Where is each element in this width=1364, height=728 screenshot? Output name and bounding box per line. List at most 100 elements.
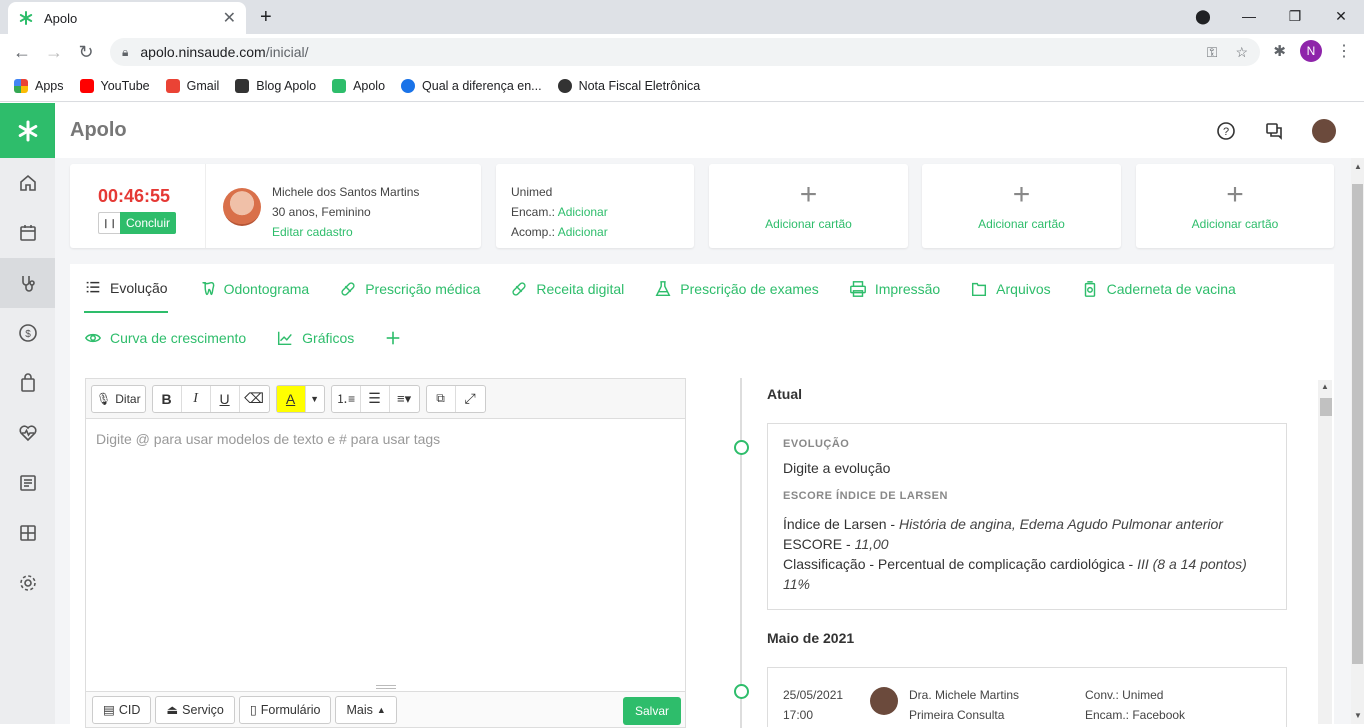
bold-button[interactable]: B: [153, 385, 182, 412]
youtube-icon: [79, 78, 94, 93]
browser-tab[interactable]: Apolo ✕: [8, 2, 246, 34]
tab-close-icon[interactable]: ✕: [223, 8, 236, 28]
tab-prescricao-medica[interactable]: Prescrição médica: [339, 264, 480, 313]
calendar-icon: [19, 225, 36, 241]
timeline-scrollbar[interactable]: ▲: [1318, 380, 1332, 724]
chart-icon: [278, 331, 293, 345]
tab-receita-digital[interactable]: Receita digital: [510, 264, 624, 313]
fullscreen-icon[interactable]: ⤢: [456, 386, 485, 412]
page-scrollbar[interactable]: ▲ ▼: [1351, 158, 1364, 724]
menu-kebab-icon[interactable]: ⋮: [1336, 41, 1352, 61]
tab-graficos[interactable]: Gráficos: [276, 313, 354, 362]
add-tab-button[interactable]: [384, 313, 402, 362]
bookmark-item[interactable]: Gmail: [165, 78, 219, 93]
pause-button[interactable]: ❙❙: [98, 212, 120, 234]
tab-prescricao-de-exames[interactable]: Prescrição de exames: [654, 264, 819, 313]
bookmark-item[interactable]: Apps: [14, 78, 64, 93]
tab-evolucao[interactable]: Evolução: [84, 264, 168, 313]
tab-caderneta-de-vacina[interactable]: Caderneta de vacina: [1081, 264, 1236, 313]
entry-conv: Conv.: Unimed: [1085, 688, 1164, 702]
encam-add-link[interactable]: Adicionar: [558, 205, 608, 219]
tab-label: Curva de crescimento: [110, 329, 247, 346]
cid-button[interactable]: ▤ CID: [92, 695, 152, 724]
help-icon[interactable]: ?: [1216, 121, 1236, 141]
resize-handle-icon[interactable]: [376, 685, 396, 689]
edit-patient-link[interactable]: Editar cadastro: [272, 222, 419, 242]
italic-button[interactable]: I: [182, 385, 211, 412]
bookmark-item[interactable]: Qual a diferença en...: [401, 78, 542, 93]
acomp-label: Acomp.:: [511, 225, 556, 239]
eraser-icon[interactable]: ⌫: [240, 386, 269, 412]
form-button[interactable]: ▯ Formulário: [238, 695, 332, 724]
align-dropdown-icon[interactable]: ≡▾: [390, 386, 419, 412]
past-entry-card[interactable]: 25/05/2021 17:00 Dra. Michele Martins Pr…: [767, 667, 1287, 727]
page-scroll-down-icon[interactable]: ▼: [1354, 711, 1362, 720]
tab-arquivos[interactable]: Arquivos: [970, 264, 1051, 313]
sidebar-item-reports[interactable]: [0, 458, 55, 508]
timeline-scroll-thumb[interactable]: [1320, 398, 1332, 416]
sidebar-item-store[interactable]: [0, 358, 55, 408]
tab-odontograma[interactable]: Odontograma: [198, 264, 309, 313]
add-card-1[interactable]: + Adicionar cartão: [709, 164, 908, 248]
highlight-color-button[interactable]: A: [276, 385, 306, 412]
extensions-icon[interactable]: ✱: [1273, 42, 1286, 60]
bookmark-item[interactable]: Nota Fiscal Eletrônica: [557, 78, 700, 93]
bookmark-item[interactable]: Apolo: [332, 78, 385, 93]
tab-label: Caderneta de vacina: [1106, 280, 1236, 297]
session-timer: 00:46:55: [98, 186, 171, 206]
bullet-list-icon[interactable]: ☰: [361, 385, 390, 412]
editor-bottom-bar: ▤ CID ⏏ Serviço ▯ Formulário Mais ▲ Salvar: [86, 691, 685, 727]
close-window-icon[interactable]: ✕: [1318, 8, 1364, 25]
entry-doctor: Dra. Michele Martins: [909, 688, 1020, 702]
tab-impressao[interactable]: Impressão: [849, 264, 940, 313]
score-line-1: Índice de Larsen - História de angina, E…: [783, 516, 1223, 532]
more-button[interactable]: Mais ▲: [335, 695, 397, 724]
acomp-add-link[interactable]: Adicionar: [558, 225, 608, 239]
underline-button[interactable]: U: [211, 385, 240, 412]
sidebar-item-dashboard[interactable]: [0, 508, 55, 558]
bookmark-item[interactable]: Blog Apolo: [235, 78, 317, 93]
sidebar-item-health[interactable]: [0, 408, 55, 458]
service-button[interactable]: ⏏ Serviço: [155, 695, 235, 724]
editor-input[interactable]: Digite @ para usar modelos de texto e # …: [86, 419, 685, 459]
timeline-dot: [734, 440, 749, 455]
sidebar-item-stethoscope[interactable]: [0, 258, 55, 308]
pill-icon: [512, 281, 526, 296]
dictate-button[interactable]: 🎙︎ Ditar: [92, 386, 145, 412]
new-tab-icon[interactable]: +: [260, 7, 272, 27]
save-button[interactable]: Salvar: [622, 697, 681, 725]
tab-search-icon[interactable]: ⬤: [1180, 8, 1226, 25]
add-card-2[interactable]: + Adicionar cartão: [922, 164, 1121, 248]
back-icon[interactable]: ←: [6, 42, 38, 63]
page-scroll-thumb[interactable]: [1352, 184, 1363, 664]
chat-icon[interactable]: [1264, 121, 1284, 141]
sidebar-item-home[interactable]: [0, 158, 55, 208]
sidebar-item-financial[interactable]: $: [0, 308, 55, 358]
app-logo-icon[interactable]: [0, 103, 55, 158]
forward-icon[interactable]: →: [38, 42, 70, 63]
minimize-icon[interactable]: —: [1226, 8, 1272, 24]
tab-label: Gráficos: [302, 329, 355, 346]
finish-button[interactable]: Concluir: [120, 212, 177, 234]
color-dropdown-icon[interactable]: ▼: [306, 386, 324, 412]
star-icon[interactable]: ☆: [1235, 44, 1248, 61]
address-bar[interactable]: 🔒︎ apolo.ninsaude.com/inicial/ ⚿ ☆: [110, 38, 1260, 66]
add-card-label: Adicionar cartão: [765, 217, 852, 231]
bookmark-item[interactable]: YouTube: [79, 78, 150, 93]
sidebar-item-settings[interactable]: [0, 558, 55, 608]
tab-curva-de-crescimento[interactable]: Curva de crescimento: [84, 313, 246, 362]
page-scroll-up-icon[interactable]: ▲: [1354, 162, 1362, 171]
evolution-text[interactable]: Digite a evolução: [783, 458, 1271, 478]
profile-avatar[interactable]: N: [1300, 40, 1322, 62]
scroll-up-icon[interactable]: ▲: [1321, 382, 1329, 391]
add-card-3[interactable]: + Adicionar cartão: [1136, 164, 1334, 248]
sidebar-item-calendar[interactable]: [0, 208, 55, 258]
ordered-list-icon[interactable]: ⒈≡: [332, 385, 361, 412]
sidebar: $: [0, 103, 55, 724]
copy-format-icon[interactable]: ⧉: [427, 385, 456, 412]
maximize-icon[interactable]: ❐: [1272, 8, 1318, 25]
key-icon[interactable]: ⚿: [1207, 44, 1218, 61]
bookmark-label: Blog Apolo: [256, 78, 317, 93]
reload-icon[interactable]: ↻: [70, 42, 102, 63]
user-avatar[interactable]: [1312, 118, 1336, 143]
